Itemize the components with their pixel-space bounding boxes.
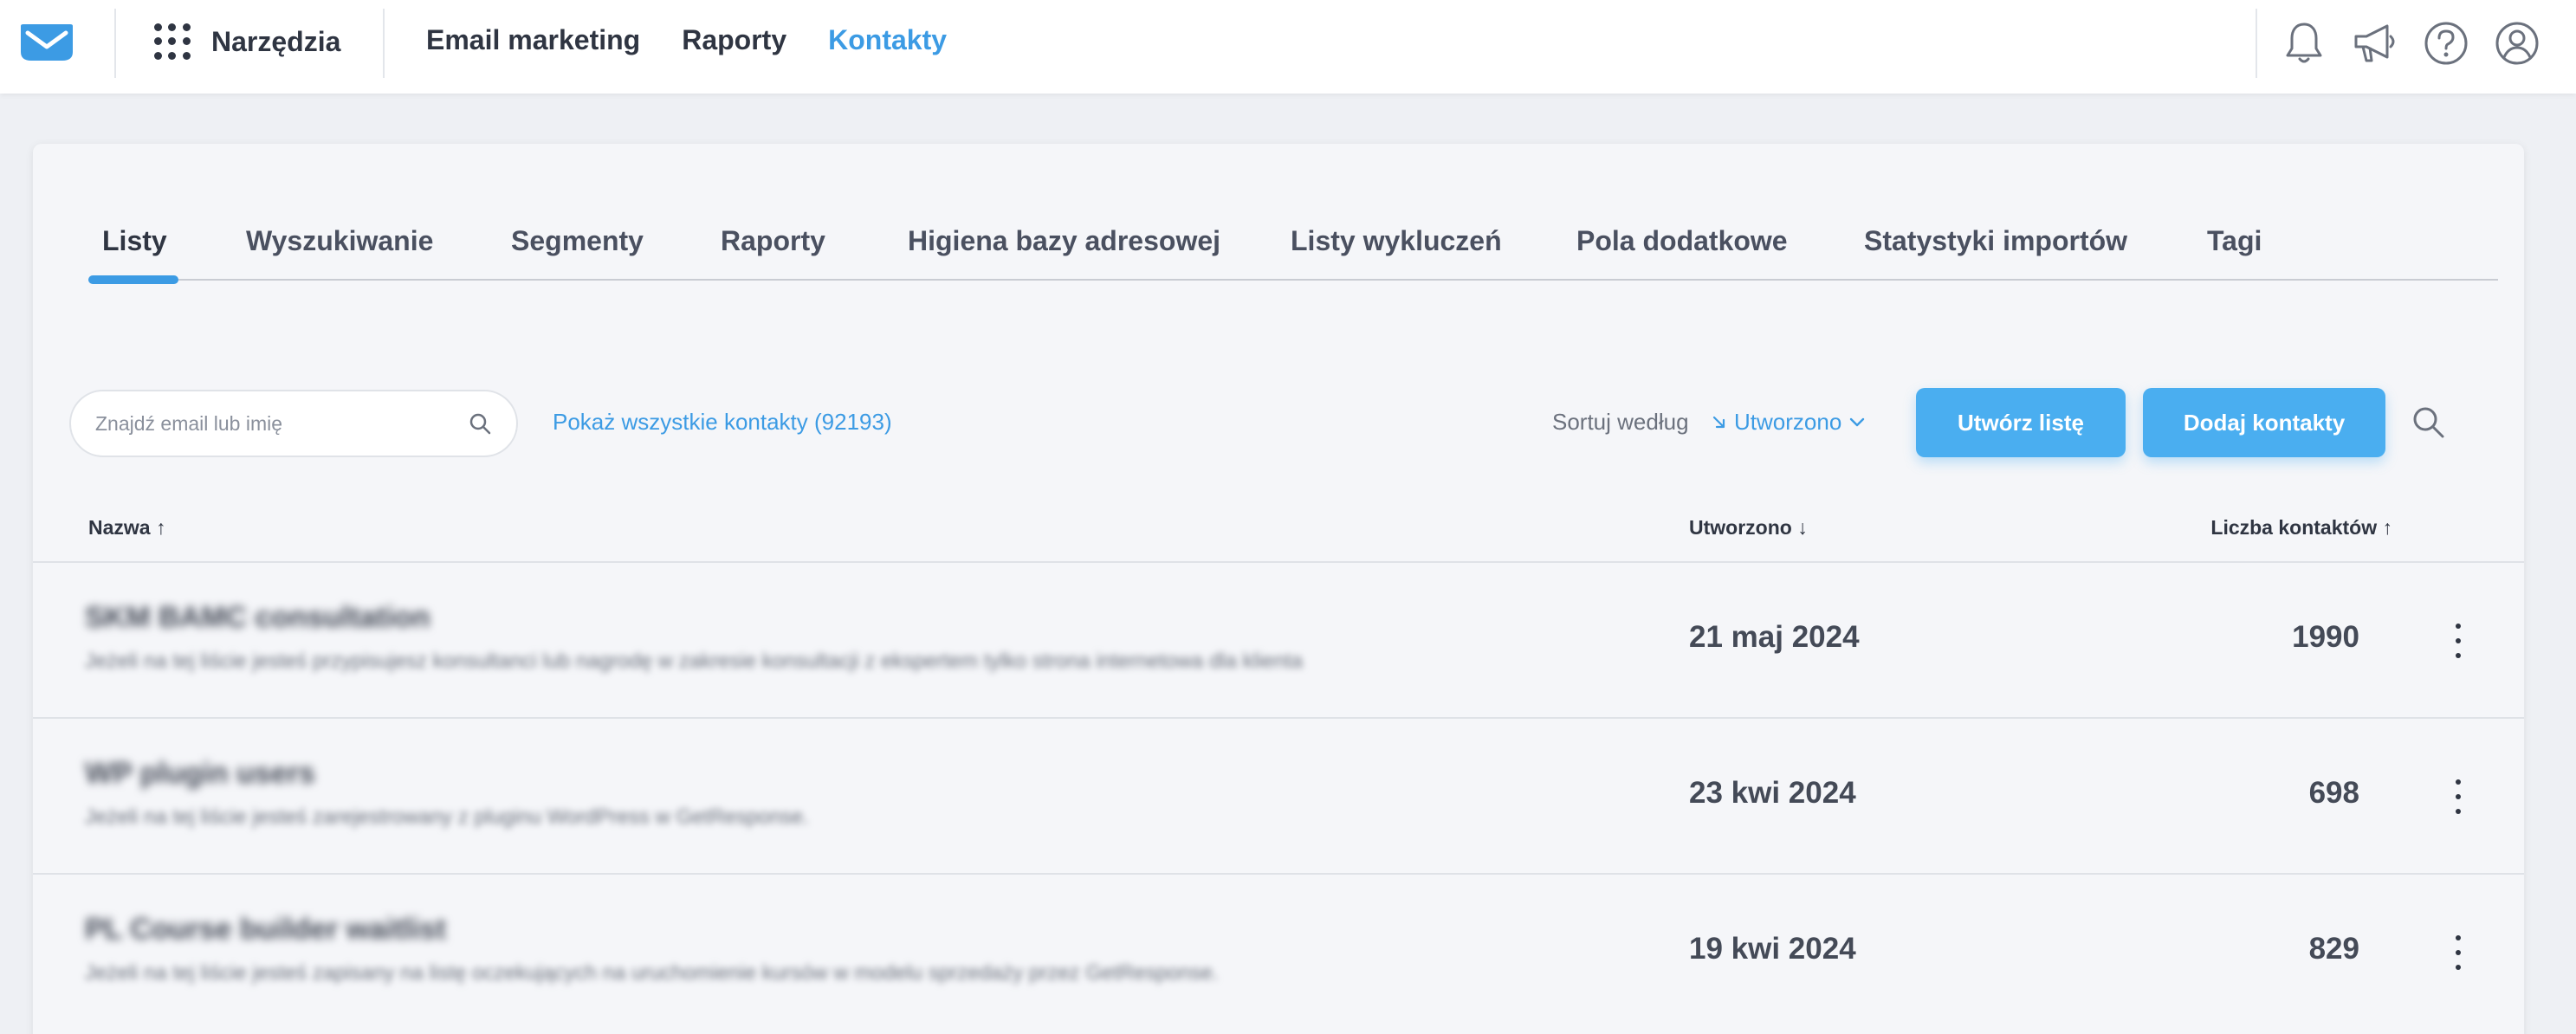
sort-dropdown[interactable]: Utworzono — [1712, 409, 1866, 436]
nav-contacts[interactable]: Kontakty — [828, 24, 947, 56]
nav-email-marketing[interactable]: Email marketing — [426, 24, 640, 56]
column-header-created[interactable]: Utworzono ↓ — [1689, 516, 1808, 540]
tab-reports[interactable]: Raporty — [721, 223, 825, 281]
list-name[interactable]: PL Course builder waitlist — [85, 913, 446, 947]
lists-table: SKM BAMC consultation Jeżeli na tej liśc… — [33, 561, 2524, 1029]
column-name-label: Nazwa — [88, 516, 151, 539]
list-created-date: 21 maj 2024 — [1689, 620, 1860, 654]
list-description: Jeżeli na tej liście jesteś zarejestrowa… — [85, 805, 809, 829]
contacts-card: Listy Wyszukiwanie Segmenty Raporty Higi… — [33, 144, 2524, 1034]
table-row[interactable]: WP plugin users Jeżeli na tej liście jes… — [33, 717, 2524, 873]
header-divider — [2256, 9, 2257, 78]
user-account-icon[interactable] — [2493, 19, 2541, 68]
add-contacts-button[interactable]: Dodaj kontakty — [2143, 388, 2385, 457]
list-description: Jeżeli na tej liście jesteś przypisujesz… — [85, 649, 1304, 673]
list-name[interactable]: SKM BAMC consultation — [85, 601, 430, 635]
main-navigation: Email marketing Raporty Kontakty — [426, 24, 947, 56]
list-name[interactable]: WP plugin users — [85, 757, 315, 791]
list-created-date: 23 kwi 2024 — [1689, 776, 1856, 810]
active-tab-indicator — [88, 275, 178, 284]
tab-lists[interactable]: Listy — [102, 223, 167, 281]
tab-address-hygiene[interactable]: Higiena bazy adresowej — [908, 223, 1220, 281]
list-contact-count: 829 — [2308, 932, 2359, 966]
tools-menu[interactable]: Narzędzia — [152, 19, 340, 64]
search-input[interactable] — [95, 411, 468, 436]
tab-import-statistics[interactable]: Statystyki importów — [1864, 223, 2127, 281]
table-row[interactable]: PL Course builder waitlist Jeżeli na tej… — [33, 873, 2524, 1029]
list-description: Jeżeli na tej liście jesteś zapisany na … — [85, 961, 1219, 985]
megaphone-icon[interactable] — [2351, 19, 2399, 68]
tab-segments[interactable]: Segmenty — [511, 223, 644, 281]
sort-desc-arrow-icon — [1712, 416, 1725, 428]
tools-label[interactable]: Narzędzia — [211, 26, 340, 58]
sort-up-icon: ↑ — [2382, 516, 2393, 539]
tab-search[interactable]: Wyszukiwanie — [246, 223, 433, 281]
column-count-label: Liczba kontaktów — [2210, 516, 2378, 539]
help-icon[interactable] — [2422, 19, 2470, 68]
table-row[interactable]: SKM BAMC consultation Jeżeli na tej liśc… — [33, 561, 2524, 717]
top-bar: Narzędzia Email marketing Raporty Kontak… — [0, 0, 2576, 94]
tab-tags[interactable]: Tagi — [2207, 223, 2262, 281]
tab-custom-fields[interactable]: Pola dodatkowe — [1576, 223, 1788, 281]
create-list-button[interactable]: Utwórz listę — [1916, 388, 2126, 457]
apps-grid-icon[interactable] — [152, 22, 192, 61]
chevron-down-icon — [1850, 417, 1865, 426]
sort-down-icon: ↓ — [1797, 516, 1808, 539]
column-header-name[interactable]: Nazwa ↑ — [88, 516, 165, 540]
sort-up-icon: ↑ — [155, 516, 166, 539]
nav-reports[interactable]: Raporty — [682, 24, 786, 56]
header-actions — [2280, 19, 2541, 68]
row-more-options-icon[interactable] — [2450, 624, 2467, 658]
search-lists-icon[interactable] — [2410, 404, 2448, 442]
show-all-contacts-link[interactable]: Pokaż wszystkie kontakty (92193) — [553, 409, 892, 436]
header-divider — [383, 9, 385, 78]
tab-suppression-lists[interactable]: Listy wykluczeń — [1291, 223, 1502, 281]
list-contact-count: 1990 — [2292, 620, 2359, 654]
row-more-options-icon[interactable] — [2450, 779, 2467, 814]
header-divider — [114, 9, 116, 78]
bell-icon[interactable] — [2280, 19, 2328, 68]
list-created-date: 19 kwi 2024 — [1689, 932, 1856, 966]
search-icon[interactable] — [468, 411, 492, 436]
column-header-count[interactable]: Liczba kontaktów ↑ — [2210, 516, 2392, 540]
column-created-label: Utworzono — [1689, 516, 1792, 539]
sort-label: Sortuj według — [1552, 409, 1689, 435]
row-more-options-icon[interactable] — [2450, 935, 2467, 970]
sort-value: Utworzono — [1734, 409, 1842, 435]
list-contact-count: 698 — [2308, 776, 2359, 810]
search-field[interactable] — [69, 390, 518, 457]
getresponse-logo-icon[interactable] — [19, 23, 74, 62]
